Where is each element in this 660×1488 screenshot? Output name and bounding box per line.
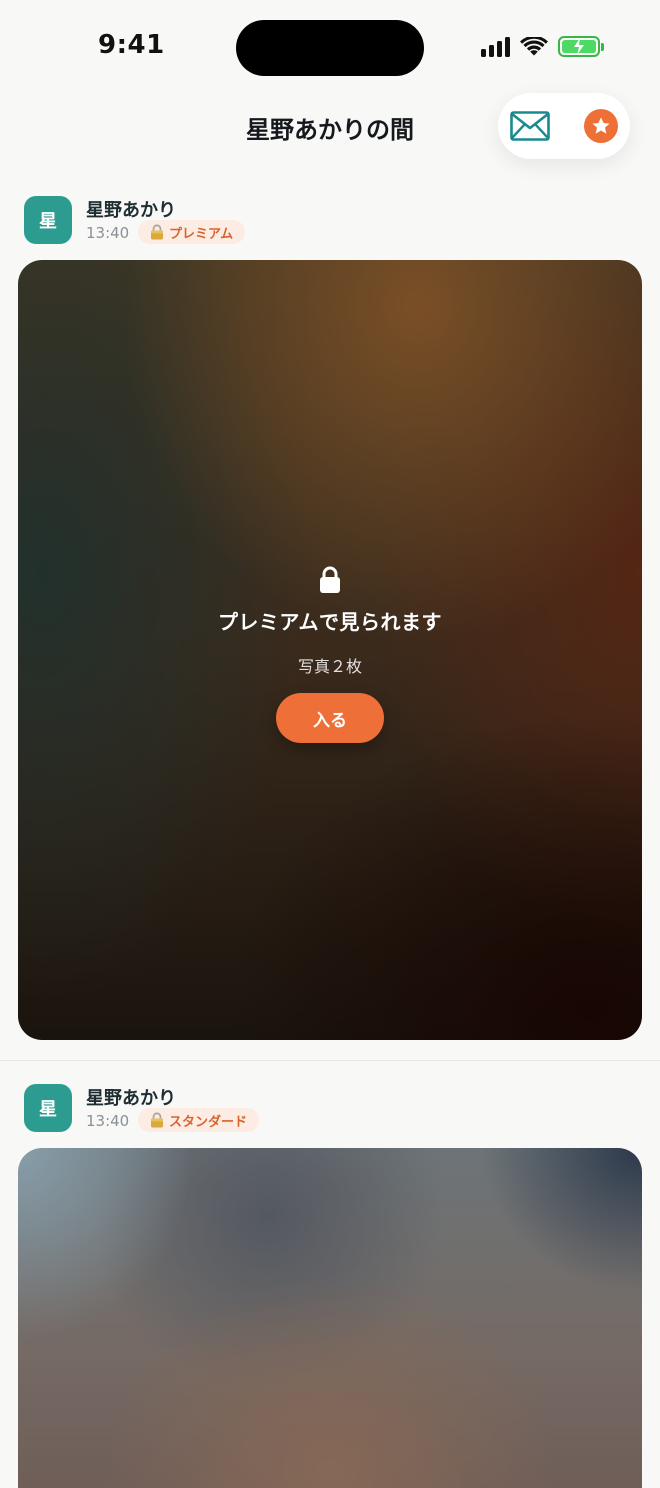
tier-badge: プレミアム [138,220,246,244]
battery-icon [558,36,604,57]
locked-media[interactable]: プレミアムで見られます 写真２枚 入る [18,260,642,1040]
mail-button[interactable] [510,108,550,144]
status-time: 9:41 [98,30,165,60]
locked-media[interactable] [18,1148,642,1488]
avatar[interactable]: 星 [24,196,72,244]
star-icon [592,117,610,134]
tier-label: プレミアム [169,226,234,242]
wifi-icon [520,36,548,55]
post-divider [0,1060,660,1061]
lock-icon [151,1112,163,1128]
author-name[interactable]: 星野あかり [86,1084,176,1110]
status-icons [481,36,604,57]
status-bar: 9:41 [0,0,660,92]
avatar[interactable]: 星 [24,1084,72,1132]
tier-badge: スタンダード [138,1108,260,1132]
post-time: 13:40 [86,224,130,242]
locked-title: プレミアムで見られます [217,610,443,634]
enter-button[interactable]: 入る [276,693,384,743]
post-time: 13:40 [86,1112,130,1130]
envelope-icon [510,111,550,141]
header: 星野あかりの間 [0,92,660,162]
cellular-signal-icon [481,36,510,57]
locked-photo-count: 写真２枚 [297,657,362,676]
header-actions [498,93,630,159]
tier-label: スタンダード [169,1114,248,1130]
lock-icon [320,566,340,593]
author-name[interactable]: 星野あかり [86,196,176,222]
favorite-button[interactable] [584,109,618,143]
dynamic-island [236,20,424,76]
lock-icon [151,224,163,240]
locked-overlay: プレミアムで見られます 写真２枚 入る [18,566,642,743]
